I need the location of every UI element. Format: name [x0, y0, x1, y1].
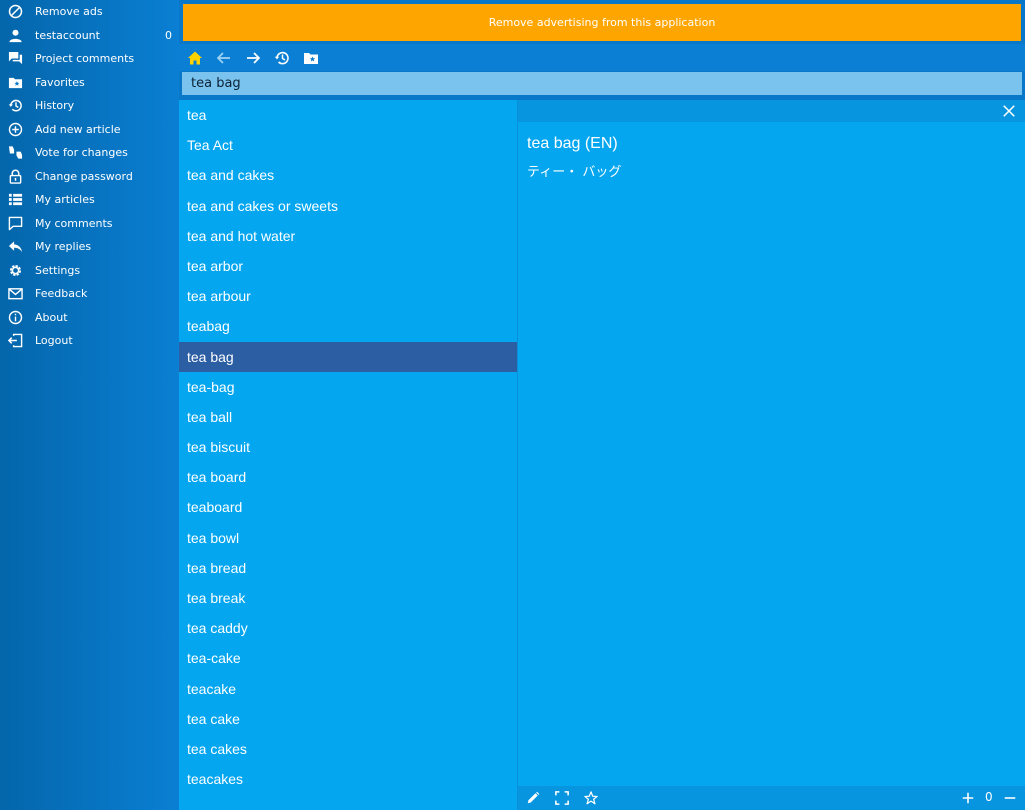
sidebar-item-vote-for-changes[interactable]: Vote for changes [0, 141, 179, 165]
sidebar-item-label: Feedback [35, 287, 88, 301]
gear-icon [7, 262, 23, 278]
sidebar-item-label: Logout [35, 334, 73, 348]
word-list-item[interactable]: tea biscuit [179, 432, 517, 462]
sidebar-item-favorites[interactable]: Favorites [0, 71, 179, 95]
sidebar-item-my-replies[interactable]: My replies [0, 235, 179, 259]
home-icon[interactable] [180, 44, 209, 71]
word-list-item[interactable]: tea-cake [179, 643, 517, 673]
word-list-item-selected[interactable]: tea bag [179, 341, 517, 372]
zoom-out-icon[interactable] [1002, 790, 1018, 806]
sidebar-item-change-password[interactable]: Change password [0, 165, 179, 189]
zoom-level: 0 [985, 790, 993, 804]
article-header [518, 100, 1025, 122]
word-list-item[interactable]: tea board [179, 462, 517, 492]
word-list-item[interactable]: tea and cakes [179, 160, 517, 190]
sidebar-item-my-comments[interactable]: My comments [0, 212, 179, 236]
sidebar-item-feedback[interactable]: Feedback [0, 282, 179, 306]
fullscreen-icon[interactable] [554, 790, 570, 806]
sidebar-item-label: Favorites [35, 75, 85, 89]
zoom-in-icon[interactable] [960, 790, 976, 806]
word-list-item[interactable]: teaboard [179, 492, 517, 522]
favorites-folder-icon [7, 74, 23, 90]
sidebar-item-label: History [35, 99, 75, 113]
word-list-item[interactable]: tea bowl [179, 523, 517, 553]
sidebar-item-my-articles[interactable]: My articles [0, 188, 179, 212]
comment-count: 0 [165, 28, 172, 42]
sidebar-item-label: Project comments [35, 52, 135, 66]
user-icon [7, 27, 23, 43]
article-pane: tea bag (EN) ティー・ バッグ 0 [518, 100, 1025, 810]
word-list-item[interactable]: tea cake [179, 704, 517, 734]
word-list-item[interactable]: tea [179, 100, 517, 130]
favorites-folder-icon[interactable] [296, 44, 325, 71]
word-list: tea Tea Act tea and cakes tea and cakes or … [179, 100, 518, 810]
sidebar-item-label: Change password [35, 169, 133, 183]
word-list-item[interactable]: tea cakes [179, 734, 517, 764]
word-list-item[interactable]: tea arbour [179, 281, 517, 311]
sidebar-item-label: Settings [35, 263, 81, 277]
search-input[interactable] [182, 72, 1022, 95]
word-list-item[interactable]: teacakes [179, 764, 517, 794]
sidebar-item-project-comments[interactable]: Project comments [0, 47, 179, 71]
forward-arrow-icon[interactable] [238, 44, 267, 71]
remove-ads-banner[interactable]: Remove advertising from this application [183, 4, 1021, 41]
vote-icon [7, 145, 23, 161]
sidebar-item-settings[interactable]: Settings [0, 259, 179, 283]
word-list-item[interactable]: tea break [179, 583, 517, 613]
history-icon[interactable] [267, 44, 296, 71]
sidebar-item-label: My articles [35, 193, 95, 207]
word-list-item[interactable]: teabag [179, 311, 517, 341]
sidebar-item-label: My replies [35, 240, 92, 254]
mail-icon [7, 286, 23, 302]
sidebar-item-logout[interactable]: Logout [0, 329, 179, 353]
sidebar-item-remove-ads[interactable]: Remove ads [0, 0, 179, 24]
article-translation: ティー・ バッグ [527, 165, 622, 180]
article-title: tea bag (EN) [527, 135, 618, 152]
word-list-item[interactable]: teacake [179, 674, 517, 704]
close-icon[interactable] [1001, 103, 1017, 119]
add-circle-icon [7, 121, 23, 137]
sidebar-item-label: Vote for changes [35, 146, 128, 160]
sidebar-item-add-new-article[interactable]: Add new article [0, 118, 179, 142]
sidebar-item-label: Remove ads [35, 5, 103, 19]
search-bar [182, 72, 1022, 95]
edit-pencil-icon[interactable] [525, 790, 541, 806]
sidebar-item-testaccount[interactable]: testaccount 0 [0, 24, 179, 48]
logout-icon [7, 333, 23, 349]
navigation-toolbar [179, 44, 1025, 71]
sidebar-item-about[interactable]: About [0, 306, 179, 330]
word-list-item[interactable]: tea bread [179, 553, 517, 583]
sidebar-item-label: Add new article [35, 122, 121, 136]
word-list-item[interactable]: tea arbor [179, 251, 517, 281]
article-footer: 0 [518, 786, 1025, 810]
star-icon[interactable] [583, 790, 599, 806]
word-list-item[interactable]: tea and hot water [179, 221, 517, 251]
no-ads-icon [7, 4, 23, 20]
comment-icon [7, 215, 23, 231]
lock-icon [7, 168, 23, 184]
word-list-item[interactable]: tea ball [179, 402, 517, 432]
ad-banner-text: Remove advertising from this application [488, 16, 716, 29]
sidebar-item-label: testaccount [35, 28, 100, 42]
word-list-item[interactable]: tea caddy [179, 613, 517, 643]
sidebar-item-label: About [35, 310, 68, 324]
reply-icon [7, 239, 23, 255]
history-icon [7, 98, 23, 114]
word-list-item[interactable]: tea and cakes or sweets [179, 191, 517, 221]
back-arrow-icon[interactable] [209, 44, 238, 71]
list-icon [7, 192, 23, 208]
word-list-item[interactable]: Tea Act [179, 130, 517, 160]
comments-icon [7, 51, 23, 67]
sidebar: Remove ads testaccount 0 Project comments Fa… [0, 0, 179, 810]
sidebar-item-label: My comments [35, 216, 113, 230]
sidebar-item-history[interactable]: History [0, 94, 179, 118]
info-icon [7, 309, 23, 325]
word-list-item[interactable]: tea-bag [179, 372, 517, 402]
